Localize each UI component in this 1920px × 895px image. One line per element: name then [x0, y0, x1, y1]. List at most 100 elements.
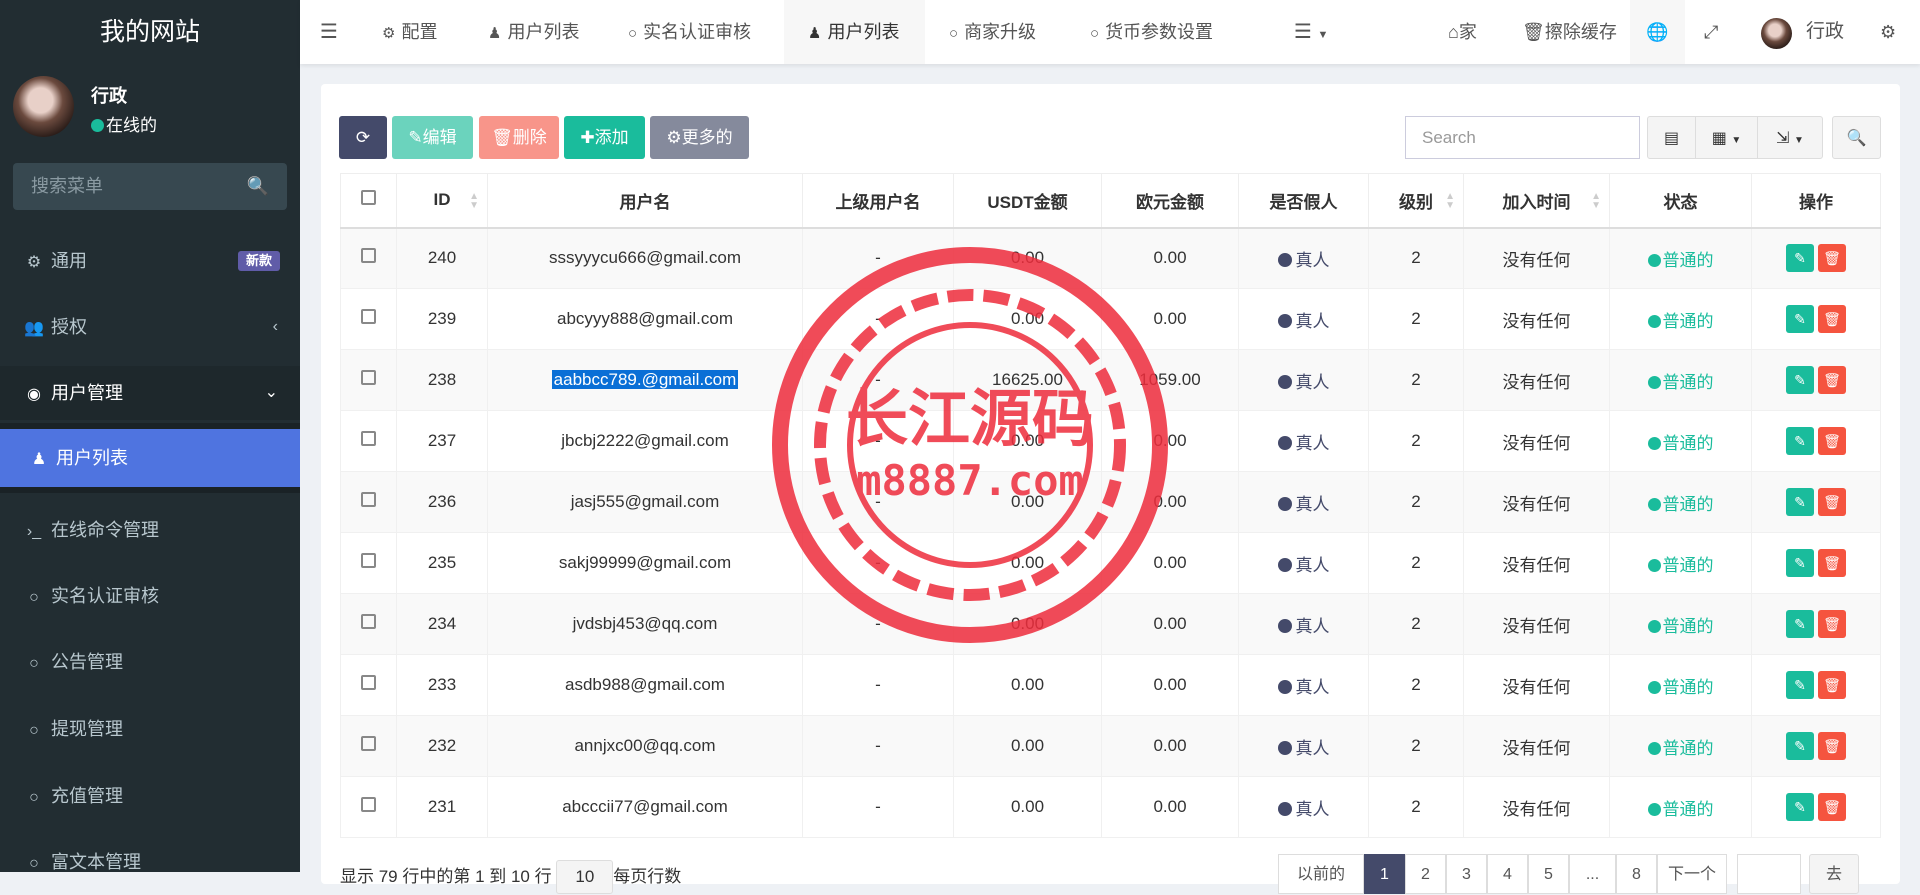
refresh-button[interactable]: ⟳ [339, 116, 387, 159]
next-page-button[interactable]: 下一个 [1657, 854, 1727, 894]
prev-page-button[interactable]: 以前的 [1278, 854, 1364, 894]
more-button[interactable]: ⚙更多的 [650, 116, 749, 159]
row-delete-button[interactable]: 🗑 [1818, 244, 1846, 273]
row-delete-button[interactable]: 🗑 [1818, 732, 1846, 760]
search-icon[interactable]: 🔍 [247, 163, 269, 210]
sidebar-item-user-management[interactable]: ◉ 用户管理 ⌄ [0, 366, 300, 420]
menu-search-input[interactable]: 搜索菜单 🔍 [13, 163, 287, 210]
row-edit-button[interactable]: ✎ [1786, 366, 1814, 394]
page-button[interactable]: 1 [1364, 854, 1405, 894]
tab-user-list-active[interactable]: ♟ 用户列表 [784, 0, 925, 64]
row-edit-button[interactable]: ✎ [1786, 244, 1814, 273]
page-size-select[interactable]: 10 [556, 860, 614, 894]
row-checkbox-cell[interactable] [340, 715, 397, 777]
sort-icon[interactable]: ▲ ▼ [469, 192, 479, 211]
row-checkbox[interactable] [361, 736, 376, 751]
row-edit-button[interactable]: ✎ [1786, 305, 1814, 333]
table-search-input[interactable]: Search [1405, 116, 1640, 159]
tab-merchant-upgrade[interactable]: ○ 商家升级 [949, 0, 1036, 64]
row-checkbox[interactable] [361, 248, 376, 264]
row-checkbox[interactable] [361, 370, 376, 385]
page-button[interactable]: 8 [1616, 854, 1657, 894]
row-edit-button[interactable]: ✎ [1786, 671, 1814, 699]
go-button[interactable]: 去 [1809, 854, 1859, 894]
column-header[interactable]: ID ▲ ▼ [396, 173, 488, 229]
settings-gears-icon[interactable]: ⚙ [1880, 0, 1896, 64]
add-button[interactable]: ✚添加 [564, 116, 645, 159]
username-cell: aabbcc789.@gmail.com [487, 349, 803, 411]
sidebar-item-label: 授权 [51, 317, 87, 337]
sidebar-item-auth[interactable]: 👥 授权 ‹ [0, 300, 300, 354]
row-checkbox-cell[interactable] [340, 593, 397, 655]
column-header[interactable]: 加入时间 ▲ ▼ [1463, 173, 1610, 229]
row-checkbox[interactable] [361, 797, 376, 812]
columns-dropdown[interactable]: ▦ ▼ [1695, 116, 1758, 159]
fullscreen-button[interactable]: ⤢ [1704, 0, 1718, 64]
row-checkbox[interactable] [361, 431, 376, 446]
row-edit-button[interactable]: ✎ [1786, 549, 1814, 577]
row-checkbox[interactable] [361, 553, 376, 568]
row-checkbox-cell[interactable] [340, 227, 397, 289]
delete-button[interactable]: 🗑删除 [479, 116, 559, 159]
column-header[interactable]: 级别 ▲ ▼ [1368, 173, 1464, 229]
page-button[interactable]: 2 [1405, 854, 1446, 894]
page-button[interactable]: 4 [1487, 854, 1528, 894]
home-link[interactable]: ⌂家 [1448, 0, 1477, 64]
row-delete-button[interactable]: 🗑 [1818, 366, 1846, 394]
row-checkbox-cell[interactable] [340, 654, 397, 716]
row-delete-button[interactable]: 🗑 [1818, 488, 1846, 516]
tab-currency-settings[interactable]: ○ 货币参数设置 [1090, 0, 1213, 64]
row-checkbox[interactable] [361, 614, 376, 629]
more-tabs-dropdown[interactable]: ☰ ▼ [1294, 0, 1328, 64]
edit-button[interactable]: ✎编辑 [392, 116, 473, 159]
row-delete-button[interactable]: 🗑 [1818, 549, 1846, 577]
row-delete-button[interactable]: 🗑 [1818, 793, 1846, 821]
sidebar-item-online-commands[interactable]: ›_ 在线命令管理 [0, 503, 300, 557]
tab-verification[interactable]: ○ 实名认证审核 [628, 0, 751, 64]
row-checkbox-cell[interactable] [340, 349, 397, 411]
select-all-checkbox[interactable] [340, 173, 397, 229]
row-checkbox[interactable] [361, 492, 376, 507]
fake-label: 真人 [1295, 311, 1330, 331]
row-checkbox[interactable] [361, 675, 376, 690]
toggle-view-button[interactable]: ▤ [1647, 116, 1696, 159]
row-delete-button[interactable]: 🗑 [1818, 610, 1846, 638]
row-edit-button[interactable]: ✎ [1786, 488, 1814, 516]
row-edit-button[interactable]: ✎ [1786, 610, 1814, 638]
tab-user-list[interactable]: ♟ 用户列表 [488, 0, 579, 64]
page-button[interactable]: ... [1569, 854, 1616, 894]
page-button[interactable]: 5 [1528, 854, 1569, 894]
row-delete-button[interactable]: 🗑 [1818, 427, 1846, 455]
row-checkbox[interactable] [361, 309, 376, 324]
row-checkbox-cell[interactable] [340, 471, 397, 533]
row-checkbox-cell[interactable] [340, 410, 397, 472]
row-edit-button[interactable]: ✎ [1786, 732, 1814, 760]
page-jump-input[interactable] [1737, 854, 1801, 894]
translate-button[interactable]: 🌐 [1630, 0, 1685, 64]
sort-icon[interactable]: ▲ ▼ [1591, 192, 1601, 211]
sidebar-item-withdrawals[interactable]: ○ 提现管理 [0, 702, 300, 756]
sidebar-item-recharge[interactable]: ○ 充值管理 [0, 769, 300, 823]
sidebar-item-verification[interactable]: ○ 实名认证审核 [0, 569, 300, 623]
menu-toggle-icon[interactable]: ☰ [320, 0, 338, 64]
export-dropdown[interactable]: ⇲ ▼ [1757, 116, 1823, 159]
row-edit-button[interactable]: ✎ [1786, 427, 1814, 455]
tab-config[interactable]: ⚙ 配置 [382, 0, 437, 64]
sort-icon[interactable]: ▲ ▼ [1445, 192, 1455, 211]
sidebar-item-general[interactable]: ⚙ 通用 新款 [0, 234, 300, 288]
row-checkbox-cell[interactable] [340, 532, 397, 594]
sidebar-item-rich-text[interactable]: ○ 富文本管理 [0, 835, 300, 889]
page-button[interactable]: 3 [1446, 854, 1487, 894]
row-delete-button[interactable]: 🗑 [1818, 305, 1846, 333]
user-menu[interactable]: 行政 [1806, 0, 1844, 64]
row-checkbox-cell[interactable] [340, 288, 397, 350]
sidebar-item-announcements[interactable]: ○ 公告管理 [0, 635, 300, 689]
site-logo[interactable]: 我的网站 [0, 0, 300, 64]
clear-cache-button[interactable]: 🗑擦除缓存 [1522, 0, 1617, 64]
row-checkbox-cell[interactable] [340, 776, 397, 838]
sidebar-item-user-list[interactable]: ♟ 用户列表 [0, 423, 300, 493]
advanced-search-button[interactable]: 🔍 [1832, 116, 1881, 159]
row-delete-button[interactable]: 🗑 [1818, 671, 1846, 699]
row-edit-button[interactable]: ✎ [1786, 793, 1814, 821]
top-avatar[interactable] [1761, 18, 1792, 49]
